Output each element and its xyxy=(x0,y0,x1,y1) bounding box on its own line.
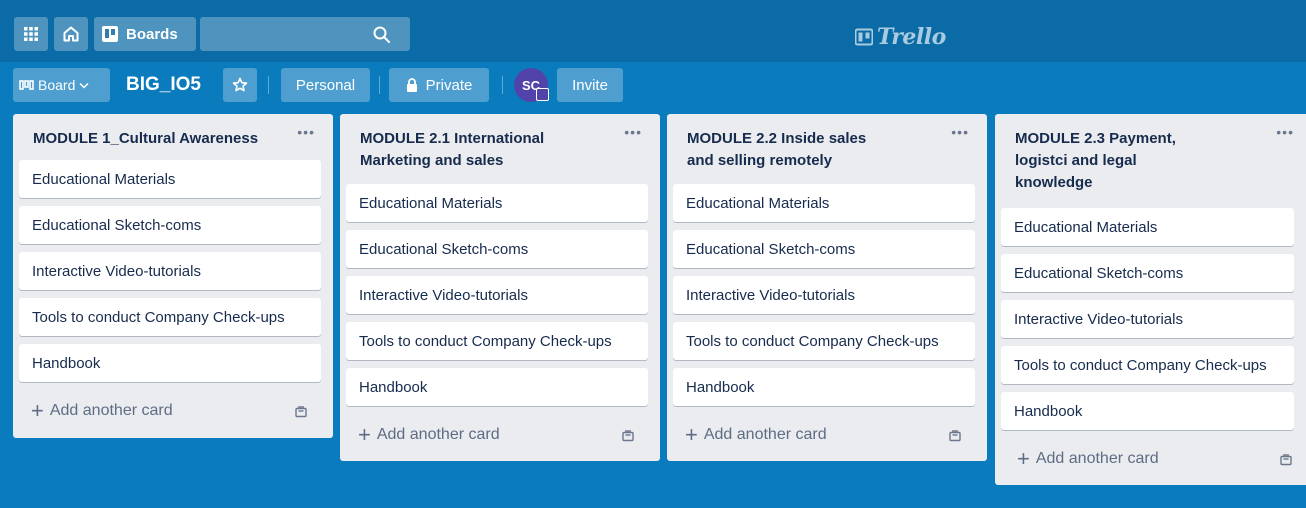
add-card-button[interactable]: + Add another card xyxy=(685,422,827,447)
private-button[interactable]: Private xyxy=(389,68,489,102)
member-avatar[interactable]: SC xyxy=(514,68,549,102)
divider xyxy=(379,76,380,94)
card-template-icon[interactable] xyxy=(622,430,634,442)
add-card-label: Add another card xyxy=(1035,450,1159,467)
board-view-button[interactable]: Board xyxy=(13,68,110,102)
boards-button[interactable]: Boards xyxy=(94,17,196,51)
card[interactable]: Educational Sketch-coms xyxy=(19,206,321,244)
list: MODULE 2.1 International Marketing and s… xyxy=(340,114,660,461)
star-button[interactable] xyxy=(223,68,257,102)
ellipsis-icon[interactable]: ••• xyxy=(1276,124,1294,140)
card[interactable]: Educational Sketch-coms xyxy=(673,230,975,268)
lock-icon xyxy=(406,78,417,92)
card[interactable]: Tools to conduct Company Check-ups xyxy=(19,298,321,336)
card[interactable]: Educational Materials xyxy=(1001,208,1294,246)
add-card-label: Add another card xyxy=(49,402,173,419)
admin-badge-icon xyxy=(536,88,549,101)
boards-label: Boards xyxy=(126,25,178,43)
plus-icon: + xyxy=(358,422,371,447)
add-card-label: Add another card xyxy=(703,426,827,443)
invite-button[interactable]: Invite xyxy=(557,68,623,102)
ellipsis-icon[interactable]: ••• xyxy=(624,124,642,140)
board-view-icon xyxy=(19,80,34,90)
add-card-button[interactable]: + Add another card xyxy=(1017,446,1159,471)
boards-icon xyxy=(102,26,118,42)
card-template-icon[interactable] xyxy=(949,430,961,442)
ellipsis-icon[interactable]: ••• xyxy=(297,124,315,140)
chevron-down-icon xyxy=(79,82,89,89)
list: MODULE 2.3 Payment, logistci and legal k… xyxy=(995,114,1306,485)
team-visibility-button[interactable]: Personal xyxy=(281,68,370,102)
plus-icon: + xyxy=(31,398,44,423)
card[interactable]: Educational Sketch-coms xyxy=(1001,254,1294,292)
list-title[interactable]: MODULE 2.1 International Marketing and s… xyxy=(360,128,610,172)
board-title[interactable]: BIG_IO5 xyxy=(126,68,201,102)
card[interactable]: Tools to conduct Company Check-ups xyxy=(1001,346,1294,384)
board-view-label: Board xyxy=(38,77,76,93)
card[interactable]: Interactive Video-tutorials xyxy=(19,252,321,290)
card[interactable]: Tools to conduct Company Check-ups xyxy=(673,322,975,360)
card[interactable]: Educational Materials xyxy=(673,184,975,222)
search-input[interactable] xyxy=(200,17,410,51)
card[interactable]: Tools to conduct Company Check-ups xyxy=(346,322,648,360)
plus-icon: + xyxy=(1017,446,1030,471)
trello-logo[interactable]: Trello xyxy=(855,24,946,50)
list: MODULE 1_Cultural Awareness ••• Educatio… xyxy=(13,114,333,438)
plus-icon: + xyxy=(685,422,698,447)
list-title[interactable]: MODULE 2.2 Inside sales and selling remo… xyxy=(687,128,887,172)
grid-icon xyxy=(24,27,38,41)
card[interactable]: Handbook xyxy=(346,368,648,406)
top-header: Boards Trello xyxy=(0,0,1306,62)
list-title[interactable]: MODULE 1_Cultural Awareness xyxy=(33,128,283,150)
card[interactable]: Educational Materials xyxy=(19,160,321,198)
private-label: Private xyxy=(425,76,473,94)
list-title[interactable]: MODULE 2.3 Payment, logistci and legal k… xyxy=(1015,128,1205,194)
star-icon xyxy=(232,77,248,92)
search-icon xyxy=(373,26,390,43)
divider xyxy=(268,76,269,94)
card[interactable]: Educational Materials xyxy=(346,184,648,222)
home-button[interactable] xyxy=(54,17,88,51)
ellipsis-icon[interactable]: ••• xyxy=(951,124,969,140)
card[interactable]: Handbook xyxy=(1001,392,1294,430)
card-template-icon[interactable] xyxy=(295,406,307,418)
card[interactable]: Handbook xyxy=(673,368,975,406)
card-template-icon[interactable] xyxy=(1280,454,1292,466)
add-card-label: Add another card xyxy=(376,426,500,443)
apps-button[interactable] xyxy=(14,17,48,51)
card[interactable]: Educational Sketch-coms xyxy=(346,230,648,268)
list: MODULE 2.2 Inside sales and selling remo… xyxy=(667,114,987,461)
add-card-button[interactable]: + Add another card xyxy=(31,398,173,423)
card[interactable]: Interactive Video-tutorials xyxy=(1001,300,1294,338)
card[interactable]: Interactive Video-tutorials xyxy=(673,276,975,314)
card[interactable]: Handbook xyxy=(19,344,321,382)
logo-text: Trello xyxy=(877,24,946,50)
home-icon xyxy=(63,26,79,42)
card[interactable]: Interactive Video-tutorials xyxy=(346,276,648,314)
divider xyxy=(502,76,503,94)
add-card-button[interactable]: + Add another card xyxy=(358,422,500,447)
trello-logo-icon xyxy=(855,28,873,46)
